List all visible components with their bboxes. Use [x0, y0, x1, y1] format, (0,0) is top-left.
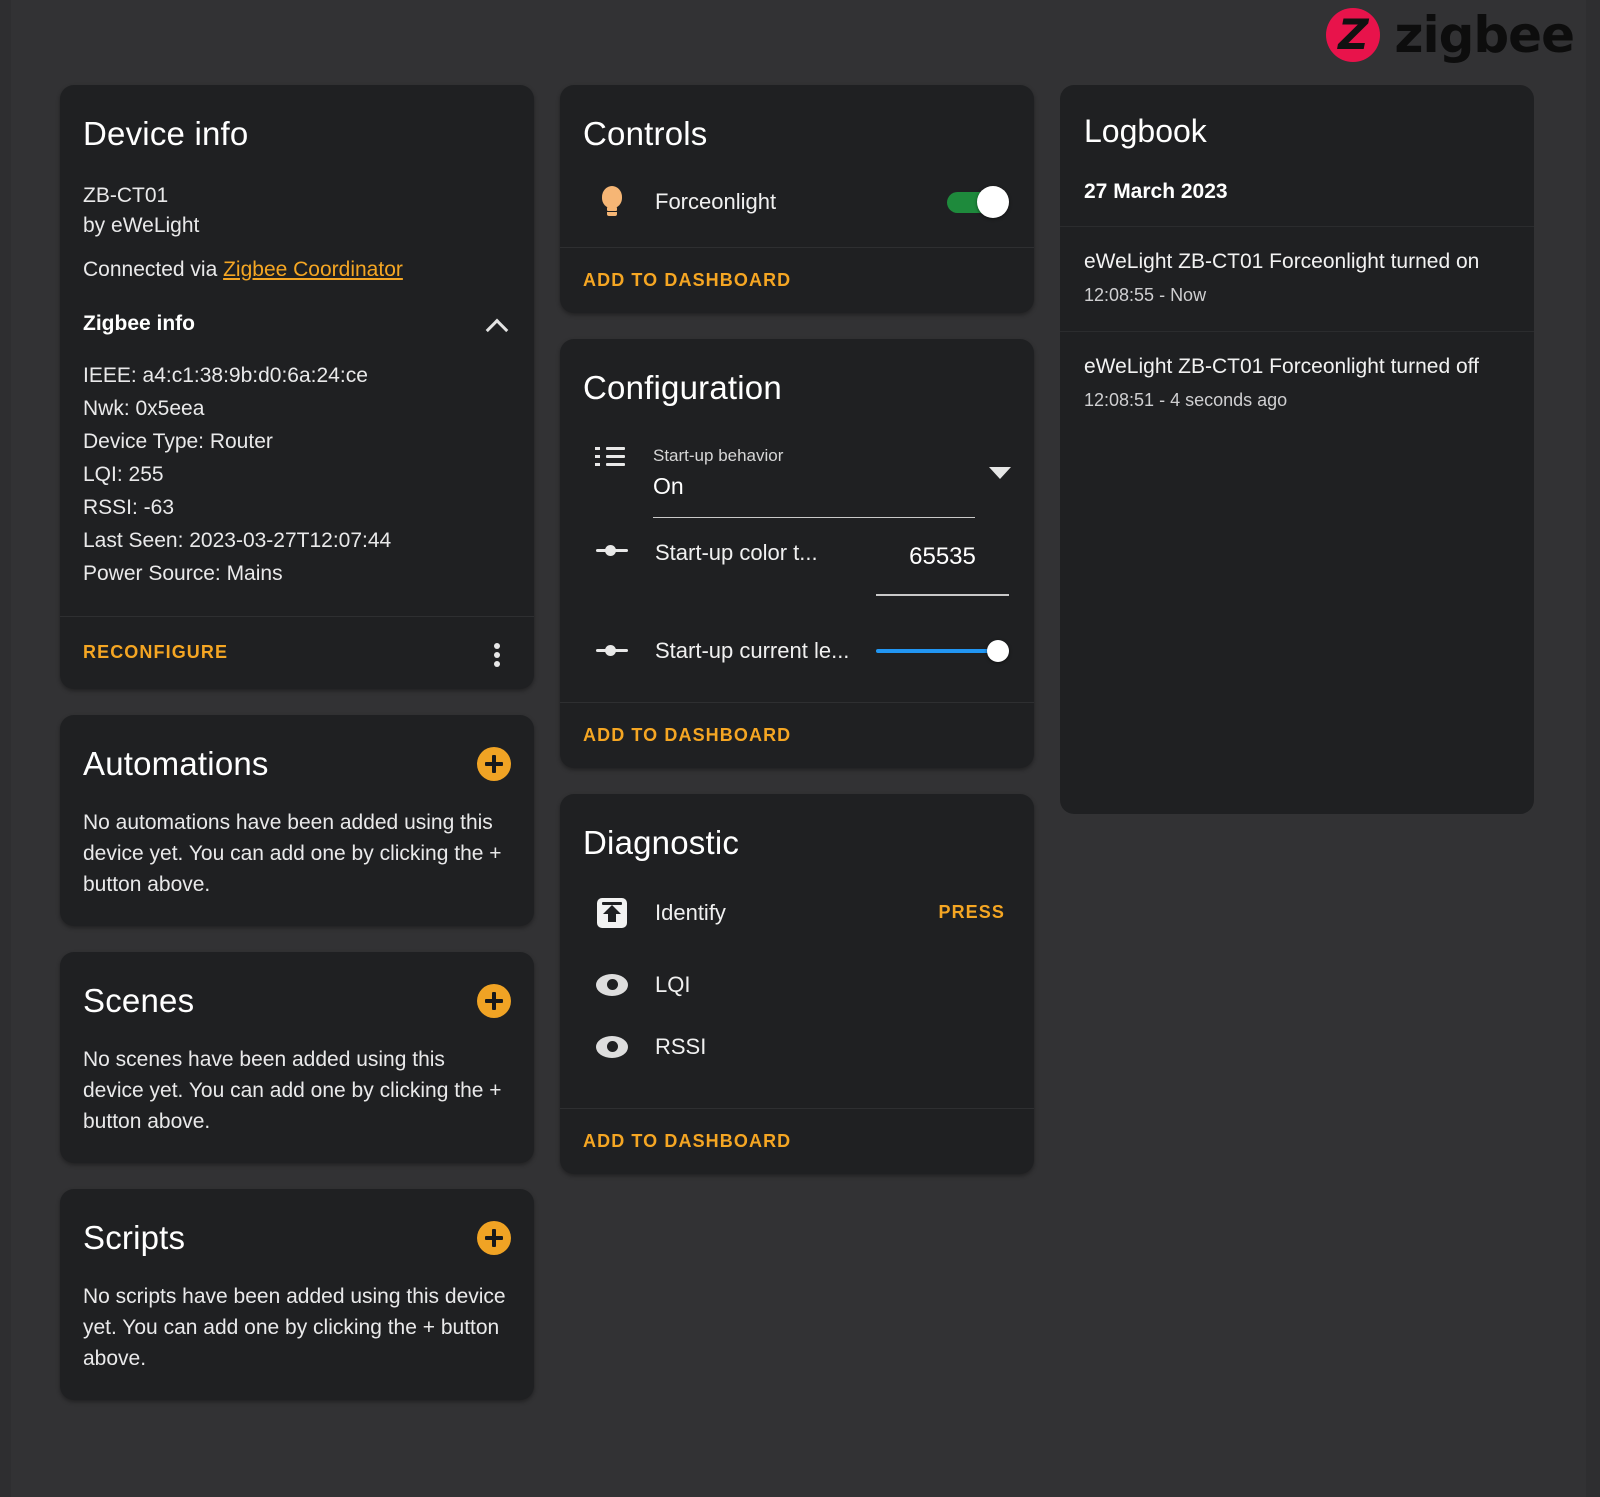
tune-icon-level	[585, 644, 639, 658]
zigbee-logo-text: zigbee	[1394, 6, 1575, 64]
logbook-entry[interactable]: eWeLight ZB-CT01 Forceonlight turned off…	[1060, 332, 1534, 436]
scenes-title: Scenes	[83, 981, 195, 1019]
zigbee-info-header[interactable]: Zigbee info	[83, 311, 511, 337]
logbook-entry-meta: 12:08:51 - 4 seconds ago	[1084, 390, 1288, 410]
zigbee-info-lqi: LQI: 255	[83, 462, 164, 486]
diagnostic-card: Diagnostic Identify PRESS LQI RSSI ADD T…	[560, 793, 1034, 1174]
identify-icon	[585, 897, 639, 928]
column-right: Logbook 27 March 2023 eWeLight ZB-CT01 F…	[1060, 85, 1534, 814]
page-right-edge	[1586, 0, 1600, 1497]
configuration-title: Configuration	[583, 368, 782, 406]
scripts-card: Scripts No scripts have been added using…	[60, 1188, 534, 1400]
page-left-edge	[0, 0, 11, 1497]
automations-header: Automations	[83, 745, 511, 783]
logbook-entry-text: eWeLight ZB-CT01 Forceonlight turned off	[1084, 355, 1479, 378]
reconfigure-button[interactable]: RECONFIGURE	[83, 642, 228, 663]
zigbee-info-last-seen: Last Seen: 2023-03-27T12:07:44	[83, 528, 392, 552]
connected-via-label: Connected via	[83, 257, 224, 281]
controls-card: Controls Forceonlight ADD TO DASHBOARD	[560, 85, 1034, 313]
device-manufacturer: by eWeLight	[83, 213, 200, 237]
startup-behavior-underline	[653, 516, 975, 518]
startup-level-row: Start-up current le...	[583, 620, 1011, 682]
startup-level-slider[interactable]	[876, 639, 1009, 662]
forceonlight-label: Forceonlight	[655, 188, 777, 214]
logbook-title: Logbook	[1084, 113, 1207, 149]
startup-color-underline	[876, 593, 1009, 596]
device-info-footer: RECONFIGURE	[60, 617, 534, 689]
diagnostic-footer: ADD TO DASHBOARD	[560, 1109, 1034, 1174]
diagnostic-row-rssi: RSSI	[583, 1016, 1011, 1078]
device-model: ZB-CT01	[83, 183, 169, 207]
logbook-card: Logbook 27 March 2023 eWeLight ZB-CT01 F…	[1060, 85, 1534, 814]
chevron-down-icon[interactable]	[989, 466, 1011, 479]
scenes-header: Scenes	[83, 982, 511, 1020]
add-automation-button[interactable]	[477, 746, 511, 781]
identify-label: Identify	[655, 899, 726, 925]
list-icon	[583, 445, 637, 469]
startup-level-label: Start-up current le...	[655, 637, 850, 663]
configuration-add-to-dashboard-button[interactable]: ADD TO DASHBOARD	[583, 725, 1011, 746]
add-script-button[interactable]	[477, 1220, 511, 1255]
logbook-entry-meta: 12:08:55 - Now	[1084, 285, 1207, 305]
scenes-empty-text: No scenes have been added using this dev…	[83, 1047, 502, 1133]
startup-behavior-value: On	[653, 472, 684, 499]
controls-footer: ADD TO DASHBOARD	[560, 248, 1034, 313]
zigbee-info-nwk: Nwk: 0x5eea	[83, 396, 205, 420]
more-options-icon[interactable]	[483, 639, 511, 667]
diagnostic-row-lqi: LQI	[583, 954, 1011, 1016]
startup-color-label: Start-up color t...	[655, 539, 818, 565]
column-left: Device info ZB-CT01 by eWeLight Connecte…	[60, 85, 534, 1400]
zigbee-logo: Z zigbee	[1326, 6, 1575, 64]
logbook-entry-text: eWeLight ZB-CT01 Forceonlight turned on	[1084, 250, 1480, 273]
zigbee-coordinator-link[interactable]: Zigbee Coordinator	[223, 258, 403, 281]
scripts-empty-text: No scripts have been added using this de…	[83, 1284, 506, 1370]
zigbee-logo-letter: Z	[1338, 10, 1369, 59]
logbook-empty-space	[1060, 436, 1534, 814]
page-columns: Device info ZB-CT01 by eWeLight Connecte…	[60, 85, 1540, 1400]
column-middle: Controls Forceonlight ADD TO DASHBOARD C…	[560, 85, 1034, 1174]
device-info-card: Device info ZB-CT01 by eWeLight Connecte…	[60, 85, 534, 689]
add-scene-button[interactable]	[477, 983, 511, 1018]
startup-color-value[interactable]: 65535	[876, 540, 1009, 574]
controls-title: Controls	[583, 115, 708, 152]
scenes-card: Scenes No scenes have been added using t…	[60, 951, 534, 1163]
startup-behavior-label: Start-up behavior	[653, 445, 784, 465]
zigbee-info-rssi: RSSI: -63	[83, 495, 175, 519]
scripts-header: Scripts	[83, 1219, 511, 1257]
scripts-title: Scripts	[83, 1218, 186, 1256]
zigbee-info-list: IEEE: a4:c1:38:9b:d0:6a:24:ce Nwk: 0x5ee…	[83, 359, 511, 590]
zigbee-info-ieee: IEEE: a4:c1:38:9b:d0:6a:24:ce	[83, 363, 368, 387]
eye-icon-lqi	[585, 973, 639, 996]
automations-card: Automations No automations have been add…	[60, 714, 534, 926]
diagnostic-title: Diagnostic	[583, 823, 740, 861]
lightbulb-icon	[585, 185, 639, 218]
configuration-card: Configuration Start-up behavior On Start…	[560, 338, 1034, 768]
zigbee-logo-mark: Z	[1326, 8, 1381, 62]
diagnostic-row-identify: Identify PRESS	[583, 882, 1011, 944]
chevron-up-icon[interactable]	[485, 311, 511, 337]
identify-press-button[interactable]: PRESS	[938, 902, 1009, 923]
zigbee-info-label: Zigbee info	[83, 311, 195, 335]
automations-empty-text: No automations have been added using thi…	[83, 810, 502, 896]
eye-icon-rssi	[585, 1035, 639, 1058]
tune-icon-color	[585, 540, 639, 558]
lqi-label: LQI	[655, 971, 691, 997]
forceonlight-toggle[interactable]	[947, 185, 1009, 219]
startup-behavior-row[interactable]: Start-up behavior On	[583, 437, 1011, 518]
automations-title: Automations	[83, 744, 269, 782]
zigbee-info-power-source: Power Source: Mains	[83, 561, 283, 585]
rssi-label: RSSI	[655, 1033, 707, 1059]
device-info-title: Device info	[83, 115, 249, 152]
diagnostic-add-to-dashboard-button[interactable]: ADD TO DASHBOARD	[583, 1131, 1011, 1152]
logbook-entry[interactable]: eWeLight ZB-CT01 Forceonlight turned on …	[1060, 227, 1534, 331]
logbook-date-header: 27 March 2023	[1084, 180, 1228, 203]
control-row-forceonlight: Forceonlight	[583, 171, 1011, 233]
configuration-footer: ADD TO DASHBOARD	[560, 703, 1034, 768]
device-connection: Connected via Zigbee Coordinator	[83, 255, 511, 285]
zigbee-info-device-type: Device Type: Router	[83, 429, 273, 453]
startup-color-row: Start-up color t... 65535	[583, 540, 1011, 602]
controls-add-to-dashboard-button[interactable]: ADD TO DASHBOARD	[583, 270, 1011, 291]
